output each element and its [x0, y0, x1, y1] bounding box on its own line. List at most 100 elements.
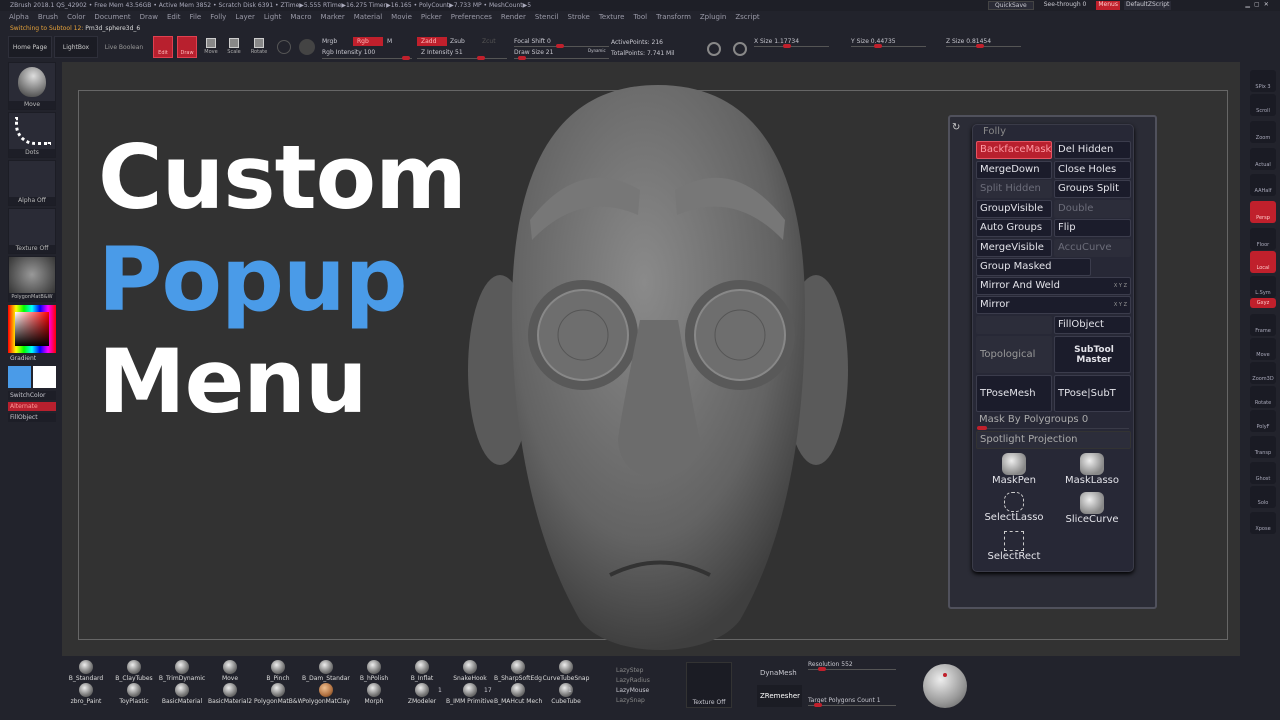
mirror-button[interactable]: Mirror X Y Z	[976, 296, 1131, 314]
mirror-weld-axis-toggle[interactable]: X Y Z	[1114, 278, 1127, 294]
menu-document[interactable]: Document	[94, 11, 130, 24]
menu-stencil[interactable]: Stencil	[535, 11, 559, 24]
spotlight-projection-button[interactable]: Spotlight Projection	[976, 431, 1131, 449]
shelf-gxyz-button[interactable]: Gxyz	[1250, 298, 1276, 308]
split-hidden-button[interactable]: Split Hidden	[976, 180, 1052, 198]
mergedown-button[interactable]: MergeDown	[976, 160, 1052, 179]
masklasso-tool[interactable]: MaskLasso	[1054, 451, 1130, 489]
shelf-local-button[interactable]: Local	[1250, 251, 1276, 273]
shelf-rotate-button[interactable]: Rotate	[1250, 386, 1276, 408]
symmetry-d-icon[interactable]	[733, 42, 747, 56]
palette-cubetube[interactable]: CubeTube	[542, 683, 590, 705]
lazymouse-button[interactable]: LazyMouse	[616, 687, 649, 694]
menu-marker[interactable]: Marker	[321, 11, 345, 24]
fillobject-button[interactable]: FillObject	[8, 413, 56, 422]
auto-groups-button[interactable]: Auto Groups	[976, 219, 1052, 237]
double-button[interactable]: Double	[1054, 199, 1131, 218]
topological-button[interactable]: Topological	[976, 336, 1052, 373]
menu-edit[interactable]: Edit	[167, 11, 181, 24]
rgb-intensity-slider[interactable]	[322, 56, 412, 60]
shelf-actual-button[interactable]: Actual	[1250, 148, 1276, 170]
switchcolor-button[interactable]: SwitchColor	[8, 391, 56, 400]
dynamic-toggle[interactable]: Dynamic	[588, 48, 606, 53]
zcut-button[interactable]: Zcut	[482, 38, 496, 45]
menu-movie[interactable]: Movie	[391, 11, 412, 24]
target-polygons-slider[interactable]	[808, 703, 896, 707]
menus-toggle[interactable]: Menus	[1096, 1, 1120, 10]
tpose-subt-button[interactable]: TPose|SubT	[1054, 375, 1131, 412]
brush-move[interactable]: Move	[206, 660, 254, 682]
draw-button[interactable]: Draw	[177, 36, 197, 58]
shelf-xpose-button[interactable]: Xpose	[1250, 512, 1276, 534]
menu-alpha[interactable]: Alpha	[9, 11, 29, 24]
mirror-and-weld-button[interactable]: Mirror And Weld X Y Z	[976, 277, 1131, 295]
menu-macro[interactable]: Macro	[290, 11, 311, 24]
menu-preferences[interactable]: Preferences	[451, 11, 492, 24]
brush-b-dam-standard[interactable]: B_Dam_Standard	[302, 660, 350, 682]
zsub-button[interactable]: Zsub	[450, 38, 465, 45]
shelf-frame-button[interactable]: Frame	[1250, 314, 1276, 336]
menu-zscript[interactable]: Zscript	[735, 11, 759, 24]
palette-basicmaterial[interactable]: BasicMaterial	[158, 683, 206, 705]
palette-polygonmatclay[interactable]: PolygonMatClay	[302, 683, 350, 705]
mirror-axis-toggle[interactable]: X Y Z	[1114, 297, 1127, 313]
dynamesh-button[interactable]: DynaMesh	[760, 669, 797, 677]
menu-render[interactable]: Render	[501, 11, 526, 24]
edit-button[interactable]: Edit	[153, 36, 173, 58]
palette-toyplastic[interactable]: ToyPlastic	[110, 683, 158, 705]
shelf-polyf-button[interactable]: PolyF	[1250, 410, 1276, 432]
material-slot[interactable]: PolygonMatB&W	[8, 256, 56, 302]
shelf-l-sym-button[interactable]: L.Sym	[1250, 276, 1276, 298]
mrgb-button[interactable]: Mrgb	[322, 38, 337, 45]
brush-b-standard[interactable]: B_Standard	[62, 660, 110, 682]
y-size-slider[interactable]	[851, 44, 926, 48]
accucurve-button[interactable]: AccuCurve	[1054, 238, 1131, 257]
texture-slot[interactable]: Texture Off	[8, 208, 56, 254]
sculptris-icon[interactable]	[299, 39, 315, 55]
menu-texture[interactable]: Texture	[599, 11, 625, 24]
draw-size-slider[interactable]	[514, 56, 609, 60]
tposemesh-button[interactable]: TPoseMesh	[976, 375, 1052, 412]
menu-color[interactable]: Color	[67, 11, 85, 24]
default-zscript-button[interactable]: DefaultZScript	[1123, 1, 1172, 10]
brush-b-sharpsoftedge[interactable]: B_SharpSoftEdge	[494, 660, 542, 682]
shelf-zoom-button[interactable]: Zoom	[1250, 121, 1276, 143]
live-boolean-button[interactable]: Live Boolean	[100, 36, 148, 58]
x-size-slider[interactable]	[754, 44, 829, 48]
polyframe-circle-icon[interactable]	[277, 40, 291, 54]
menu-picker[interactable]: Picker	[421, 11, 442, 24]
focal-shift-slider[interactable]	[514, 44, 609, 48]
shelf-scroll-button[interactable]: Scroll	[1250, 94, 1276, 116]
palette-zbro-paint[interactable]: zbro_Paint	[62, 683, 110, 705]
color-square[interactable]	[15, 312, 49, 346]
home-page-button[interactable]: Home Page	[8, 36, 52, 58]
move-button[interactable]: Move	[202, 36, 220, 58]
see-through-slider[interactable]: See-through 0	[1038, 1, 1093, 10]
shelf-spix-3-button[interactable]: SPix 3	[1250, 70, 1276, 92]
maximize-icon[interactable]: ▢	[1254, 1, 1260, 10]
shelf-ghost-button[interactable]: Ghost	[1250, 462, 1276, 484]
close-holes-button[interactable]: Close Holes	[1054, 160, 1131, 179]
rotate-button[interactable]: Rotate	[250, 36, 268, 58]
resolution-slider[interactable]	[808, 667, 896, 671]
secondary-color-swatch[interactable]	[33, 366, 56, 388]
brush-curvetubesnap[interactable]: CurveTubeSnap	[542, 660, 590, 682]
menu-light[interactable]: Light	[264, 11, 281, 24]
brush-b-hpolish[interactable]: B_hPolish	[350, 660, 398, 682]
menu-layer[interactable]: Layer	[235, 11, 255, 24]
selectrect-tool[interactable]: SelectRect	[976, 529, 1052, 567]
scale-button[interactable]: Scale	[225, 36, 243, 58]
shelf-floor-button[interactable]: Floor	[1250, 228, 1276, 250]
menu-draw[interactable]: Draw	[140, 11, 158, 24]
mask-by-polygroups-slider[interactable]	[977, 426, 1129, 430]
group-masked-button[interactable]: Group Masked	[976, 258, 1091, 276]
menu-folly[interactable]: Folly	[210, 11, 226, 24]
menu-brush[interactable]: Brush	[38, 11, 58, 24]
menu-zplugin[interactable]: Zplugin	[700, 11, 726, 24]
main-color-swatch[interactable]	[8, 366, 31, 388]
shelf-transp-button[interactable]: Transp	[1250, 436, 1276, 458]
quicksave-button[interactable]: QuickSave	[988, 1, 1034, 10]
groups-split-button[interactable]: Groups Split	[1054, 180, 1131, 198]
light-position-dot[interactable]	[943, 673, 947, 677]
close-icon[interactable]: ✕	[1264, 1, 1269, 10]
